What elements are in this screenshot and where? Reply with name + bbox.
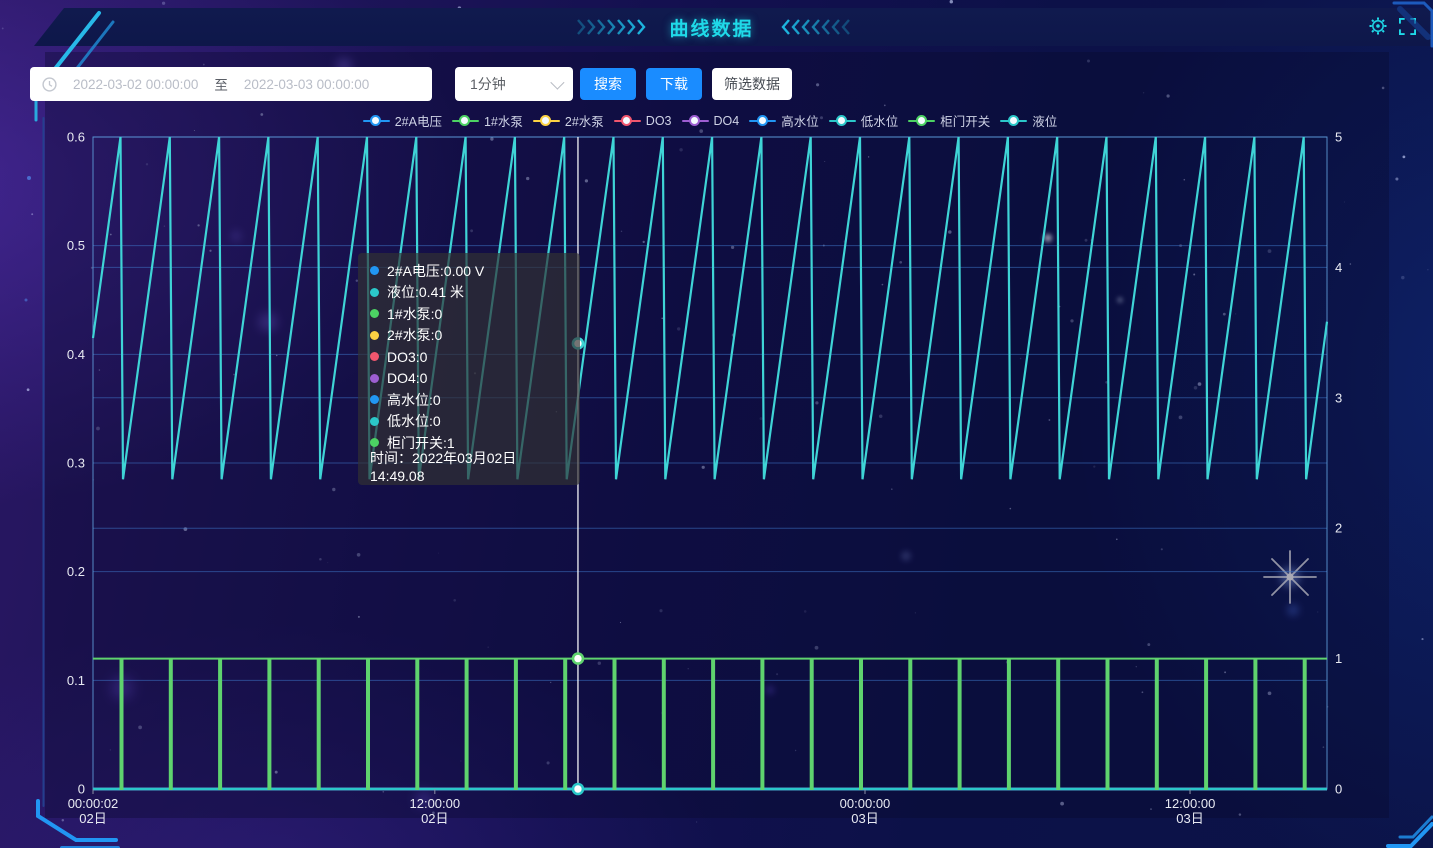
legend-marker-icon — [614, 114, 641, 127]
legend-marker-icon — [908, 114, 935, 127]
tooltip-item: DO3:0 — [370, 346, 568, 368]
tooltip-series-value: 低水位:0 — [387, 411, 441, 431]
legend-label: 高水位 — [781, 111, 819, 130]
legend-marker-icon — [829, 114, 856, 127]
legend-label: DO4 — [714, 114, 740, 128]
tooltip-series-dot — [370, 417, 379, 426]
chevrons-right-icon — [772, 19, 856, 35]
tooltip-item: 1#水泵:0 — [370, 303, 568, 325]
star-dot — [696, 822, 697, 823]
legend-label: 柜门开关 — [940, 111, 990, 130]
tooltip-item: 液位:0.41 米 — [370, 282, 568, 304]
tooltip-series-dot — [370, 395, 379, 404]
star-dot — [31, 213, 33, 215]
clock-icon — [42, 77, 57, 92]
star-dot — [162, 2, 165, 5]
gear-icon[interactable] — [1369, 17, 1387, 35]
legend-item-2#水泵[interactable]: 2#水泵 — [533, 111, 604, 130]
date-start-value: 2022-03-02 00:00:00 — [73, 77, 198, 92]
legend-marker-icon — [363, 114, 390, 127]
tooltip-series-value: DO4:0 — [387, 370, 427, 386]
tooltip-series-dot — [370, 438, 379, 447]
tooltip-series-value: 1#水泵:0 — [387, 304, 442, 324]
legend-item-1#水泵[interactable]: 1#水泵 — [452, 111, 523, 130]
interval-select-value: 1分钟 — [470, 74, 506, 94]
legend-label: 低水位 — [861, 111, 899, 130]
star-dot — [1427, 269, 1428, 270]
page-title: 曲线数据 — [669, 14, 753, 41]
chart-legend: 2#A电压 1#水泵 2#水泵 DO3 DO4 高水位 低水位 柜门开关 液位 — [93, 111, 1327, 130]
content-panel — [45, 52, 1389, 818]
legend-item-低水位[interactable]: 低水位 — [829, 111, 899, 130]
chevron-down-icon — [550, 76, 564, 90]
legend-label: 1#水泵 — [484, 111, 523, 130]
tooltip-item: 高水位:0 — [370, 389, 568, 411]
tooltip-series-dot — [370, 266, 379, 275]
legend-marker-icon — [749, 114, 776, 127]
legend-item-2#A电压[interactable]: 2#A电压 — [363, 111, 442, 130]
date-separator: 至 — [214, 74, 228, 94]
header-title-group: 曲线数据 — [0, 8, 1433, 46]
tooltip-item: 2#A电压:0.00 V — [370, 260, 568, 282]
legend-marker-icon — [452, 114, 479, 127]
legend-label: DO3 — [646, 114, 672, 128]
chevrons-left-icon — [577, 19, 651, 35]
star-dot — [62, 819, 64, 821]
tooltip-series-value: 2#水泵:0 — [387, 325, 442, 345]
tooltip-item: DO4:0 — [370, 368, 568, 390]
tooltip-series-dot — [370, 288, 379, 297]
tooltip-series-dot — [370, 374, 379, 383]
filter-data-button[interactable]: 筛选数据 — [712, 68, 792, 100]
tooltip-item: 2#水泵:0 — [370, 325, 568, 347]
download-button[interactable]: 下载 — [646, 68, 702, 100]
tooltip-series-value: DO3:0 — [387, 349, 427, 365]
legend-item-柜门开关[interactable]: 柜门开关 — [908, 111, 990, 130]
star-dot — [27, 388, 30, 391]
tooltip-series-value: 液位:0.41 米 — [387, 282, 464, 302]
legend-item-液位[interactable]: 液位 — [1000, 111, 1057, 130]
chart-tooltip: 2#A电压:0.00 V液位:0.41 米1#水泵:02#水泵:0 DO3:0 DO… — [358, 253, 580, 485]
star-dot — [950, 0, 953, 3]
fullscreen-icon[interactable] — [1399, 18, 1416, 35]
star-dot — [1403, 156, 1406, 159]
legend-item-DO3[interactable]: DO3 — [614, 114, 672, 128]
legend-label: 液位 — [1032, 111, 1057, 130]
tooltip-item: 低水位:0 — [370, 411, 568, 433]
tooltip-time: 时间：2022年03月02日 14:49.08 — [370, 456, 568, 477]
search-button[interactable]: 搜索 — [580, 68, 636, 100]
date-end-value: 2022-03-03 00:00:00 — [244, 77, 369, 92]
star-dot — [1421, 638, 1423, 640]
tooltip-series-dot — [370, 309, 379, 318]
star-dot — [1401, 276, 1404, 279]
tooltip-series-value: 高水位:0 — [387, 390, 441, 410]
legend-item-DO4[interactable]: DO4 — [682, 114, 740, 128]
tooltip-series-dot — [370, 352, 379, 361]
legend-marker-icon — [1000, 114, 1027, 127]
legend-label: 2#水泵 — [565, 111, 604, 130]
tooltip-series-value: 2#A电压:0.00 V — [387, 261, 484, 281]
legend-marker-icon — [533, 114, 560, 127]
legend-label: 2#A电压 — [395, 111, 442, 130]
tooltip-series-dot — [370, 331, 379, 340]
legend-marker-icon — [682, 114, 709, 127]
legend-item-高水位[interactable]: 高水位 — [749, 111, 819, 130]
date-range-input[interactable]: 2022-03-02 00:00:00 至 2022-03-03 00:00:0… — [30, 67, 432, 101]
star-dot — [1395, 177, 1398, 180]
interval-select[interactable]: 1分钟 — [455, 67, 573, 101]
